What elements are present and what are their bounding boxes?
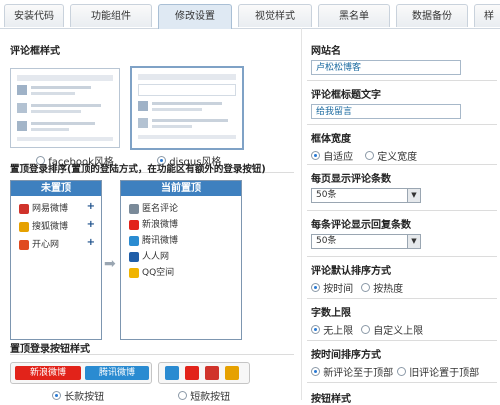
tab-settings[interactable]: 修改设置 <box>158 4 232 29</box>
divider <box>307 340 497 341</box>
tab-data-backup[interactable]: 数据备份 <box>396 4 468 27</box>
list-item[interactable]: 人人网 <box>129 249 169 262</box>
divider <box>307 298 497 299</box>
kaixin-icon <box>19 239 29 250</box>
sina-icon <box>129 219 139 230</box>
short-button-preview[interactable] <box>158 362 250 384</box>
divider <box>307 124 497 125</box>
per-page-select[interactable]: 50条 ▼ <box>311 188 421 203</box>
box-title-label: 评论框标题文字 <box>311 90 381 101</box>
list-item[interactable]: QQ空间 <box>129 265 174 278</box>
divider <box>307 210 497 211</box>
anonymous-icon <box>129 203 139 214</box>
tencent-long-button: 腾讯微博 <box>85 366 149 380</box>
short-button-option[interactable]: 短款按钮 <box>178 388 230 403</box>
tencent-short-icon <box>165 366 179 380</box>
list-item[interactable]: 腾讯微博 <box>129 233 178 246</box>
long-button-radio[interactable] <box>52 391 61 400</box>
netease-icon <box>19 203 29 214</box>
divider <box>307 164 497 165</box>
add-netease-button[interactable]: + <box>87 201 95 212</box>
list-item[interactable]: 匿名评论 <box>129 201 178 214</box>
divider <box>307 382 497 383</box>
limit-none-option[interactable]: 无上限 <box>311 322 353 337</box>
chevron-down-icon: ▼ <box>407 189 420 202</box>
next-section-label: 按钮样式 <box>311 394 351 405</box>
time-sort-label: 按时间排序方式 <box>311 350 381 361</box>
tab-components[interactable]: 功能组件 <box>70 4 152 27</box>
tab-install-code[interactable]: 安装代码 <box>4 4 64 27</box>
right-panel: 网站名 卢松松博客 评论框标题文字 给我留言 框体宽度 自适应 定义宽度 每页显… <box>303 28 500 405</box>
qzone-icon <box>129 267 139 278</box>
replies-label: 每条评论显示回复条数 <box>311 220 411 231</box>
column-divider <box>301 28 302 400</box>
list-item[interactable]: 新浪微博 <box>129 217 178 230</box>
renren-icon <box>129 251 139 262</box>
divider <box>307 80 497 81</box>
divider <box>307 256 497 257</box>
settings-tabs: 安装代码 功能组件 修改设置 视觉样式 黑名单 数据备份 样 <box>0 0 500 29</box>
sohu-icon <box>19 221 29 232</box>
sort-hot-option[interactable]: 按热度 <box>361 280 403 295</box>
word-limit-label: 字数上限 <box>311 308 351 319</box>
add-kaixin-button[interactable]: + <box>87 237 95 248</box>
add-sohu-button[interactable]: + <box>87 219 95 230</box>
chevron-down-icon: ▼ <box>407 235 420 248</box>
list-item[interactable]: 搜狐微博 <box>19 219 68 232</box>
tab-blacklist[interactable]: 黑名单 <box>318 4 390 27</box>
list-item[interactable]: 开心网 <box>19 237 59 250</box>
site-name-label: 网站名 <box>311 46 341 57</box>
newest-top-option[interactable]: 新评论至于顶部 <box>311 364 393 379</box>
oldest-top-option[interactable]: 旧评论置于顶部 <box>397 364 479 379</box>
list-item[interactable]: 网易微博 <box>19 201 68 214</box>
facebook-style-preview[interactable] <box>10 68 120 148</box>
limit-custom-option[interactable]: 自定义上限 <box>361 322 423 337</box>
move-arrow-icon: ➡ <box>104 256 116 272</box>
sina-long-button: 新浪微博 <box>15 366 81 380</box>
unpinned-login-list: 未置顶 网易微博 + 搜狐微博 + 开心网 + <box>10 180 102 340</box>
pinned-login-list: 当前置顶 匿名评论 新浪微博 腾讯微博 人人网 QQ空间 <box>120 180 242 340</box>
box-width-label: 框体宽度 <box>311 134 351 145</box>
sohu-short-icon <box>225 366 239 380</box>
long-button-option[interactable]: 长款按钮 <box>52 388 104 403</box>
pinned-header: 当前置顶 <box>121 181 241 196</box>
tab-visual-style[interactable]: 视觉样式 <box>238 4 312 27</box>
tencent-icon <box>129 235 139 246</box>
sina-short-icon <box>185 366 199 380</box>
sort-label: 评论默认排序方式 <box>311 266 391 277</box>
width-auto-option[interactable]: 自适应 <box>311 148 353 163</box>
replies-select[interactable]: 50条 ▼ <box>311 234 421 249</box>
long-button-preview[interactable]: 新浪微博 腾讯微博 <box>10 362 152 384</box>
login-order-title: 置顶登录排序(置顶的登陆方式，在功能区有额外的登录按钮) <box>10 164 266 175</box>
button-style-title: 置顶登录按钮样式 <box>10 344 90 355</box>
site-name-input[interactable]: 卢松松博客 <box>311 60 461 75</box>
short-button-radio[interactable] <box>178 391 187 400</box>
sort-time-option[interactable]: 按时间 <box>311 280 353 295</box>
comment-style-title: 评论框样式 <box>10 46 60 57</box>
per-page-label: 每页显示评论条数 <box>311 174 391 185</box>
disqus-style-preview[interactable] <box>130 66 244 150</box>
unpinned-header: 未置顶 <box>11 181 101 196</box>
netease-short-icon <box>205 366 219 380</box>
box-title-input[interactable]: 给我留言 <box>311 104 461 119</box>
tab-more[interactable]: 样 <box>474 4 500 27</box>
left-panel: 评论框样式 facebook风格 disqus风格 置顶登录排序(置顶的登陆方式… <box>0 28 300 403</box>
width-custom-option[interactable]: 定义宽度 <box>365 148 417 163</box>
